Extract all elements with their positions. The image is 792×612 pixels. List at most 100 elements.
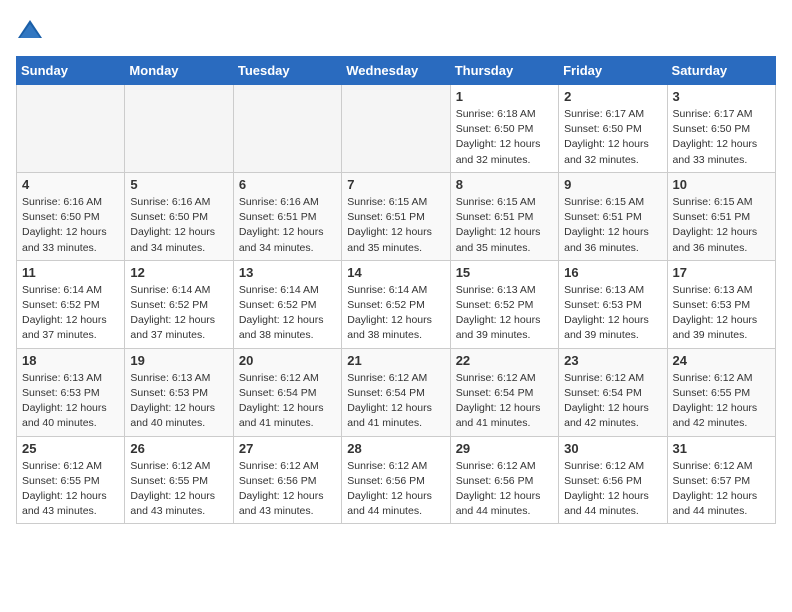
day-number: 25 bbox=[22, 441, 119, 456]
calendar-cell: 3Sunrise: 6:17 AMSunset: 6:50 PMDaylight… bbox=[667, 85, 775, 173]
calendar-cell: 2 Sunrise: 6:17 AMSunset: 6:50 PMDaylight… bbox=[559, 85, 667, 173]
calendar-cell: 27 Sunrise: 6:12 AMSunset: 6:56 PMDayligh… bbox=[233, 436, 341, 524]
weekday-header-sunday: Sunday bbox=[17, 57, 125, 85]
day-number: 9 bbox=[564, 177, 661, 192]
day-number: 17 bbox=[673, 265, 770, 280]
day-number: 23 bbox=[564, 353, 661, 368]
weekday-header-tuesday: Tuesday bbox=[233, 57, 341, 85]
day-number: 6 bbox=[239, 177, 336, 192]
calendar-cell: 24 Sunrise: 6:12 AMSunset: 6:55 PMDayligh… bbox=[667, 348, 775, 436]
day-number: 20 bbox=[239, 353, 336, 368]
calendar-cell: 18 Sunrise: 6:13 AMSunset: 6:53 PMDayligh… bbox=[17, 348, 125, 436]
day-number: 22 bbox=[456, 353, 553, 368]
calendar-cell: 23 Sunrise: 6:12 AMSunset: 6:54 PMDayligh… bbox=[559, 348, 667, 436]
weekday-header-wednesday: Wednesday bbox=[342, 57, 450, 85]
weekday-header-thursday: Thursday bbox=[450, 57, 558, 85]
day-info: Sunrise: 6:15 AMSunset: 6:51 PMDaylight:… bbox=[673, 195, 770, 256]
day-info: Sunrise: 6:13 AMSunset: 6:52 PMDaylight:… bbox=[456, 283, 553, 344]
calendar-cell: 1 Sunrise: 6:18 AMSunset: 6:50 PMDaylight… bbox=[450, 85, 558, 173]
calendar-cell bbox=[342, 85, 450, 173]
day-info: Sunrise: 6:12 AMSunset: 6:56 PMDaylight:… bbox=[456, 459, 553, 520]
calendar-cell bbox=[233, 85, 341, 173]
calendar-cell: 20Sunrise: 6:12 AMSunset: 6:54 PMDayligh… bbox=[233, 348, 341, 436]
day-number: 30 bbox=[564, 441, 661, 456]
day-number: 5 bbox=[130, 177, 227, 192]
day-info: Sunrise: 6:12 AMSunset: 6:55 PMDaylight:… bbox=[130, 459, 227, 520]
calendar-cell bbox=[125, 85, 233, 173]
day-info: Sunrise: 6:18 AMSunset: 6:50 PMDaylight:… bbox=[456, 107, 553, 168]
day-info: Sunrise: 6:12 AMSunset: 6:55 PMDaylight:… bbox=[673, 371, 770, 432]
day-number: 27 bbox=[239, 441, 336, 456]
calendar-cell: 30 Sunrise: 6:12 AMSunset: 6:56 PMDayligh… bbox=[559, 436, 667, 524]
calendar-cell: 7Sunrise: 6:15 AMSunset: 6:51 PMDaylight… bbox=[342, 172, 450, 260]
day-info: Sunrise: 6:13 AMSunset: 6:53 PMDaylight:… bbox=[564, 283, 661, 344]
calendar-cell: 19 Sunrise: 6:13 AMSunset: 6:53 PMDayligh… bbox=[125, 348, 233, 436]
day-info: Sunrise: 6:13 AMSunset: 6:53 PMDaylight:… bbox=[22, 371, 119, 432]
day-number: 29 bbox=[456, 441, 553, 456]
day-number: 8 bbox=[456, 177, 553, 192]
day-info: Sunrise: 6:13 AMSunset: 6:53 PMDaylight:… bbox=[130, 371, 227, 432]
day-info: Sunrise: 6:16 AMSunset: 6:50 PMDaylight:… bbox=[130, 195, 227, 256]
day-info: Sunrise: 6:12 AMSunset: 6:54 PMDaylight:… bbox=[564, 371, 661, 432]
day-number: 16 bbox=[564, 265, 661, 280]
day-number: 15 bbox=[456, 265, 553, 280]
day-info: Sunrise: 6:12 AMSunset: 6:56 PMDaylight:… bbox=[239, 459, 336, 520]
day-number: 28 bbox=[347, 441, 444, 456]
day-number: 12 bbox=[130, 265, 227, 280]
calendar-cell: 17 Sunrise: 6:13 AMSunset: 6:53 PMDayligh… bbox=[667, 260, 775, 348]
day-info: Sunrise: 6:17 AMSunset: 6:50 PMDaylight:… bbox=[564, 107, 661, 168]
calendar-cell: 26 Sunrise: 6:12 AMSunset: 6:55 PMDayligh… bbox=[125, 436, 233, 524]
calendar-cell: 4 Sunrise: 6:16 AMSunset: 6:50 PMDaylight… bbox=[17, 172, 125, 260]
calendar-cell: 10 Sunrise: 6:15 AMSunset: 6:51 PMDayligh… bbox=[667, 172, 775, 260]
day-info: Sunrise: 6:14 AMSunset: 6:52 PMDaylight:… bbox=[347, 283, 444, 344]
calendar-cell: 8 Sunrise: 6:15 AMSunset: 6:51 PMDaylight… bbox=[450, 172, 558, 260]
page-header bbox=[16, 16, 776, 44]
day-number: 13 bbox=[239, 265, 336, 280]
day-info: Sunrise: 6:14 AMSunset: 6:52 PMDaylight:… bbox=[22, 283, 119, 344]
day-info: Sunrise: 6:12 AMSunset: 6:56 PMDaylight:… bbox=[564, 459, 661, 520]
calendar-cell: 11 Sunrise: 6:14 AMSunset: 6:52 PMDayligh… bbox=[17, 260, 125, 348]
calendar-cell: 29 Sunrise: 6:12 AMSunset: 6:56 PMDayligh… bbox=[450, 436, 558, 524]
day-number: 26 bbox=[130, 441, 227, 456]
weekday-header-monday: Monday bbox=[125, 57, 233, 85]
day-number: 18 bbox=[22, 353, 119, 368]
calendar-cell: 15 Sunrise: 6:13 AMSunset: 6:52 PMDayligh… bbox=[450, 260, 558, 348]
day-info: Sunrise: 6:12 AMSunset: 6:57 PMDaylight:… bbox=[673, 459, 770, 520]
day-info: Sunrise: 6:12 AMSunset: 6:56 PMDaylight:… bbox=[347, 459, 444, 520]
day-info: Sunrise: 6:12 AMSunset: 6:54 PMDaylight:… bbox=[456, 371, 553, 432]
day-info: Sunrise: 6:15 AMSunset: 6:51 PMDaylight:… bbox=[456, 195, 553, 256]
logo bbox=[16, 16, 48, 44]
weekday-header-saturday: Saturday bbox=[667, 57, 775, 85]
weekday-header-friday: Friday bbox=[559, 57, 667, 85]
calendar-cell: 14 Sunrise: 6:14 AMSunset: 6:52 PMDayligh… bbox=[342, 260, 450, 348]
day-info: Sunrise: 6:15 AMSunset: 6:51 PMDaylight:… bbox=[347, 195, 444, 256]
day-info: Sunrise: 6:16 AMSunset: 6:51 PMDaylight:… bbox=[239, 195, 336, 256]
day-info: Sunrise: 6:14 AMSunset: 6:52 PMDaylight:… bbox=[130, 283, 227, 344]
calendar-cell: 6 Sunrise: 6:16 AMSunset: 6:51 PMDaylight… bbox=[233, 172, 341, 260]
calendar-cell: 9 Sunrise: 6:15 AMSunset: 6:51 PMDaylight… bbox=[559, 172, 667, 260]
day-info: Sunrise: 6:15 AMSunset: 6:51 PMDaylight:… bbox=[564, 195, 661, 256]
calendar-table: SundayMondayTuesdayWednesdayThursdayFrid… bbox=[16, 56, 776, 524]
day-number: 24 bbox=[673, 353, 770, 368]
day-info: Sunrise: 6:13 AMSunset: 6:53 PMDaylight:… bbox=[673, 283, 770, 344]
day-number: 4 bbox=[22, 177, 119, 192]
day-number: 1 bbox=[456, 89, 553, 104]
day-number: 19 bbox=[130, 353, 227, 368]
day-info: Sunrise: 6:17 AMSunset: 6:50 PMDaylight:… bbox=[673, 107, 770, 168]
day-number: 10 bbox=[673, 177, 770, 192]
day-info: Sunrise: 6:12 AMSunset: 6:55 PMDaylight:… bbox=[22, 459, 119, 520]
calendar-cell: 12 Sunrise: 6:14 AMSunset: 6:52 PMDayligh… bbox=[125, 260, 233, 348]
day-number: 31 bbox=[673, 441, 770, 456]
day-info: Sunrise: 6:14 AMSunset: 6:52 PMDaylight:… bbox=[239, 283, 336, 344]
calendar-cell bbox=[17, 85, 125, 173]
calendar-cell: 5 Sunrise: 6:16 AMSunset: 6:50 PMDaylight… bbox=[125, 172, 233, 260]
calendar-cell: 25 Sunrise: 6:12 AMSunset: 6:55 PMDayligh… bbox=[17, 436, 125, 524]
calendar-cell: 31 Sunrise: 6:12 AMSunset: 6:57 PMDayligh… bbox=[667, 436, 775, 524]
day-number: 11 bbox=[22, 265, 119, 280]
day-number: 14 bbox=[347, 265, 444, 280]
calendar-cell: 13 Sunrise: 6:14 AMSunset: 6:52 PMDayligh… bbox=[233, 260, 341, 348]
day-number: 2 bbox=[564, 89, 661, 104]
calendar-cell: 21Sunrise: 6:12 AMSunset: 6:54 PMDayligh… bbox=[342, 348, 450, 436]
day-info: Sunrise: 6:16 AMSunset: 6:50 PMDaylight:… bbox=[22, 195, 119, 256]
calendar-cell: 16 Sunrise: 6:13 AMSunset: 6:53 PMDayligh… bbox=[559, 260, 667, 348]
